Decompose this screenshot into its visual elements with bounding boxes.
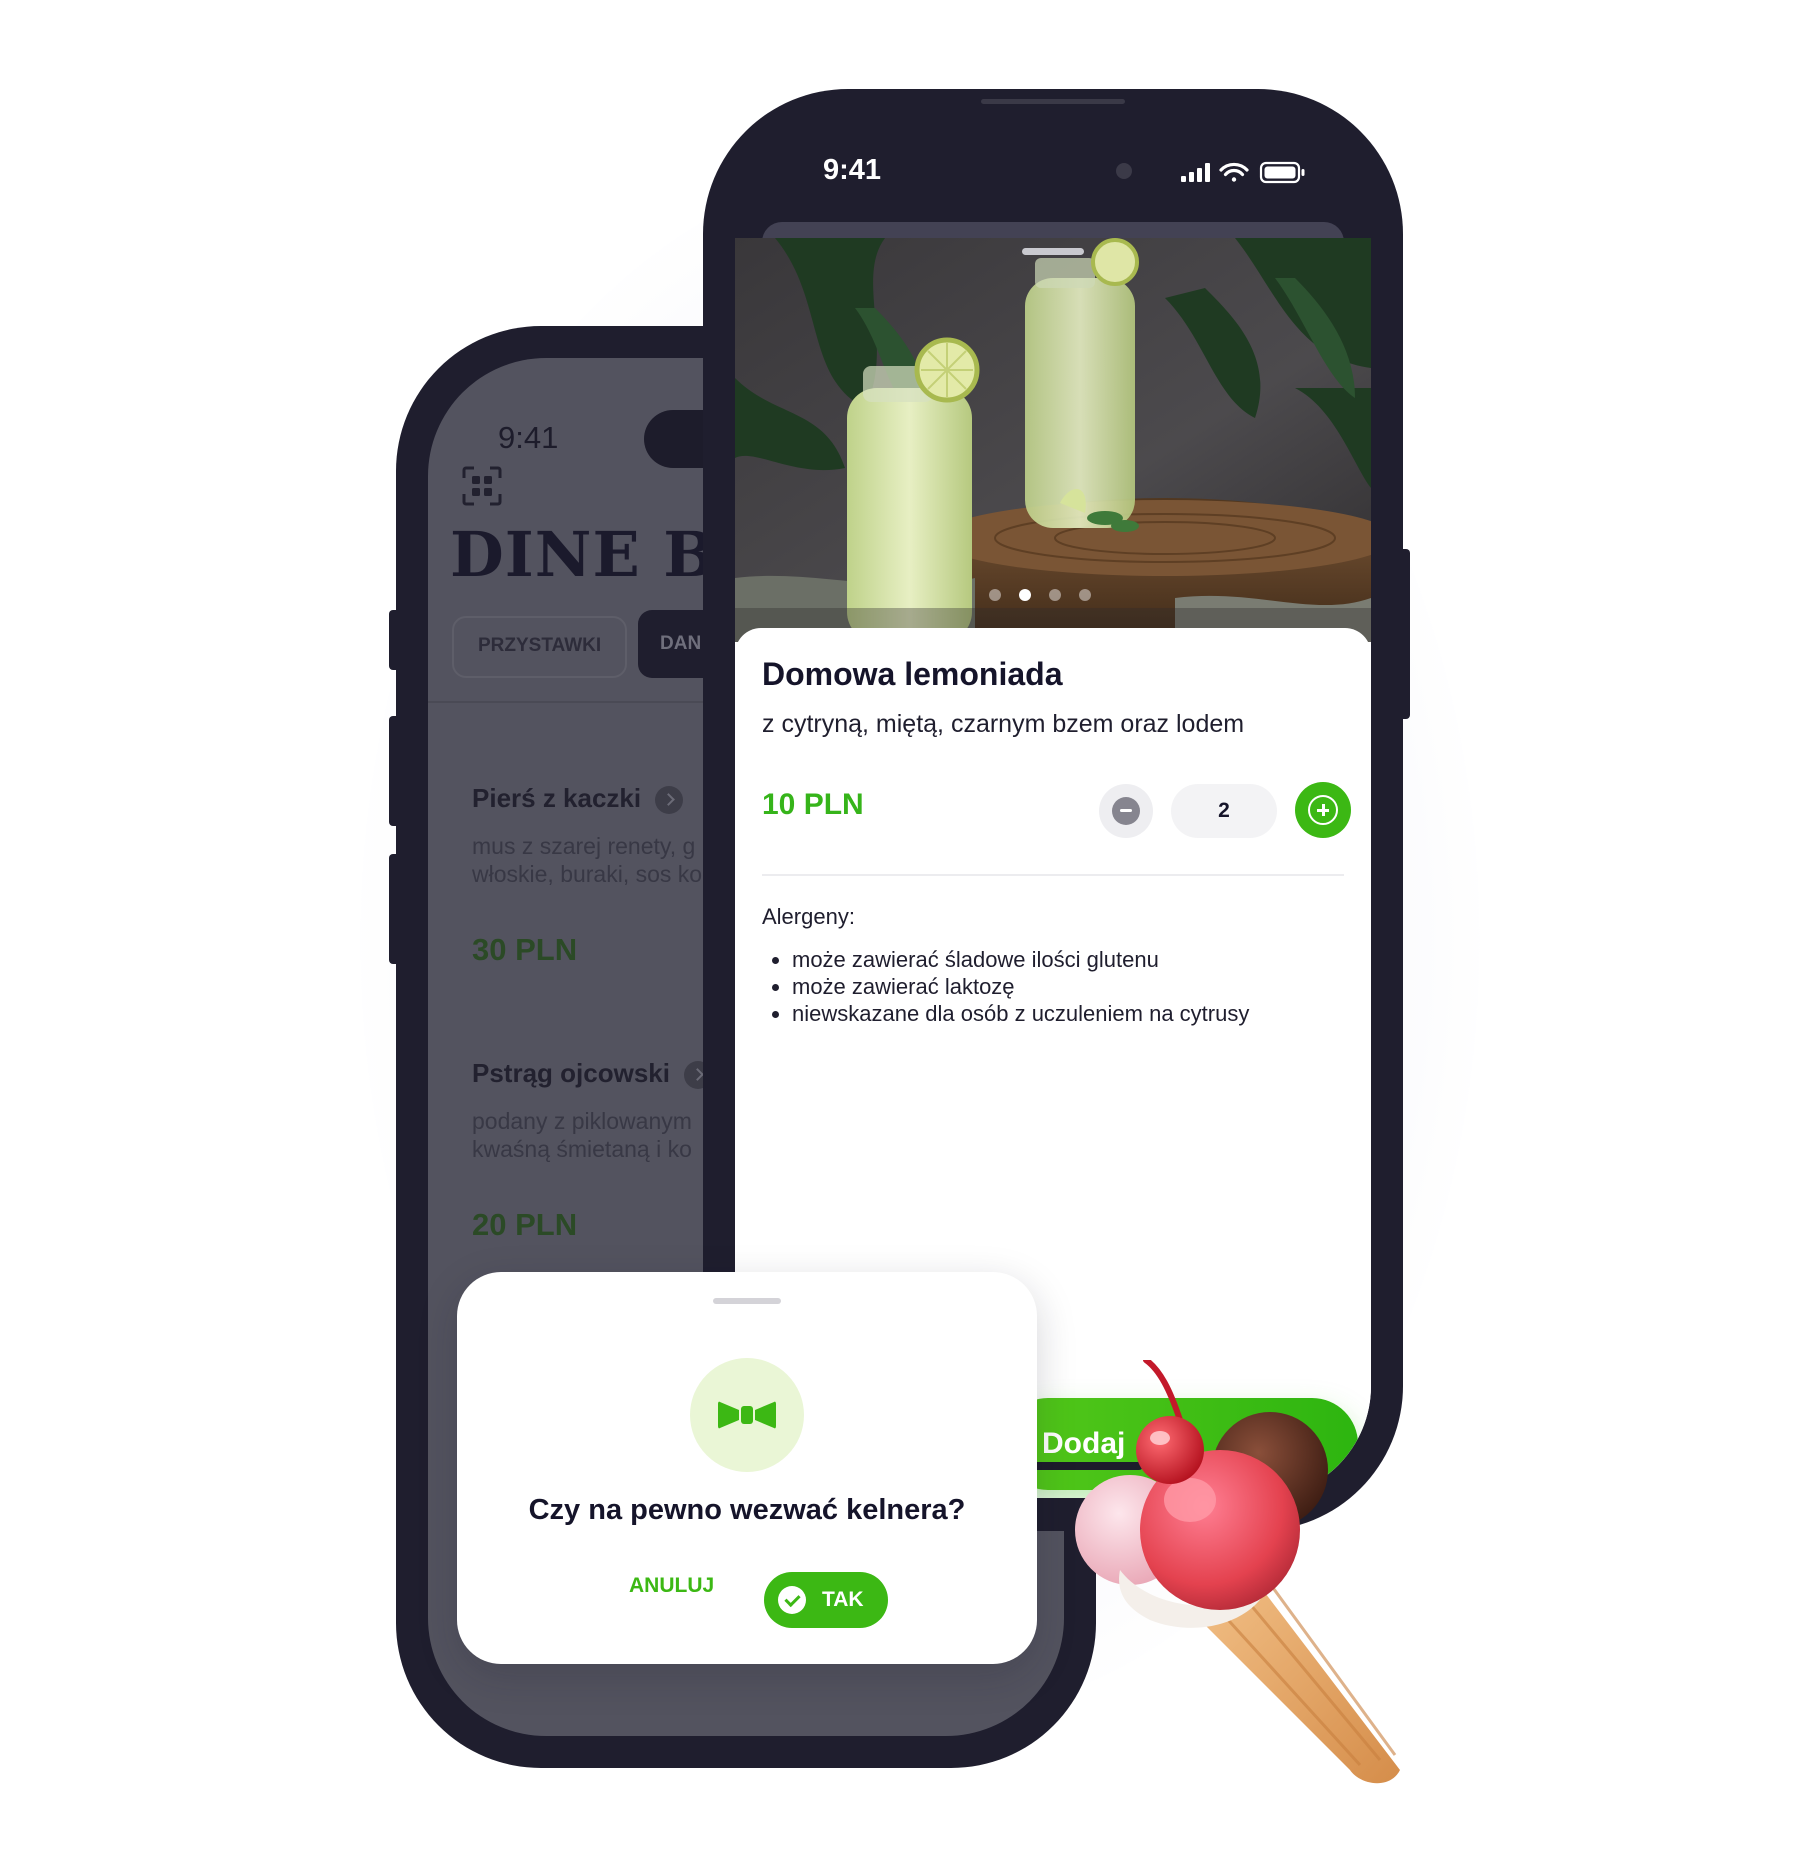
- status-icons: [1181, 161, 1305, 184]
- chevron-right-icon[interactable]: [655, 786, 684, 815]
- volume-down-button: [389, 854, 399, 964]
- cancel-button[interactable]: ANULUJ: [629, 1574, 714, 1598]
- dish-price: 10 PLN: [762, 788, 864, 821]
- status-time: 9:41: [498, 420, 559, 455]
- dish-subtitle: z cytryną, miętą, czarnym bzem oraz lode…: [762, 710, 1245, 738]
- side-button: [1400, 549, 1410, 719]
- decrease-quantity-button[interactable]: [1099, 784, 1153, 838]
- wifi-icon: [1219, 162, 1249, 182]
- volume-up-button: [389, 716, 399, 826]
- menu-item-desc-line: mus z szarej renety, g: [472, 833, 696, 859]
- allergen-item: może zawierać laktozę: [792, 973, 1249, 1000]
- plus-icon: [1308, 795, 1338, 825]
- menu-item-label: Pierś z kaczki: [472, 783, 642, 813]
- menu-item-price: 30 PLN: [472, 932, 578, 967]
- tab-przystawki[interactable]: PRZYSTAWKI: [452, 616, 628, 678]
- call-waiter-modal: Czy na pewno wezwać kelnera? ANULUJ TAK: [457, 1272, 1037, 1664]
- status-time: 9:41: [823, 154, 882, 186]
- allergen-item: niewskazane dla osób z uczuleniem na cyt…: [792, 1000, 1249, 1027]
- front-camera: [1116, 163, 1132, 179]
- minus-icon: [1112, 797, 1140, 825]
- bow-tie-icon-wrapper: [690, 1358, 804, 1472]
- speaker-grille: [981, 99, 1125, 104]
- menu-item-name[interactable]: Pstrąg ojcowski: [472, 1058, 712, 1090]
- menu-item-desc: mus z szarej renety, g włoskie, buraki, s…: [472, 832, 702, 888]
- divider: [762, 874, 1344, 876]
- menu-item-label: Pstrąg ojcowski: [472, 1058, 670, 1088]
- menu-item-name[interactable]: Pierś z kaczki: [472, 783, 684, 815]
- carousel-dot-active[interactable]: [1019, 589, 1031, 601]
- modal-drag-handle[interactable]: [713, 1298, 781, 1304]
- sheet-drag-handle[interactable]: [1022, 248, 1084, 255]
- mute-switch: [389, 610, 399, 670]
- allergen-item: może zawierać śladowe ilości glutenu: [792, 946, 1249, 973]
- menu-item-desc-line: kwaśną śmietaną i ko: [472, 1136, 692, 1162]
- menu-item-desc: podany z piklowanym kwaśną śmietaną i ko: [472, 1107, 692, 1163]
- menu-item-price: 20 PLN: [472, 1207, 578, 1242]
- allergens-list: może zawierać śladowe ilości glutenu moż…: [762, 946, 1249, 1027]
- carousel-dot[interactable]: [989, 589, 1001, 601]
- qr-scan-icon[interactable]: [462, 466, 502, 506]
- ice-cream-cone-icon: [1075, 1360, 1400, 1784]
- confirm-button[interactable]: TAK: [764, 1572, 888, 1628]
- signal-icon: [1181, 163, 1210, 182]
- modal-question: Czy na pewno wezwać kelnera?: [528, 1494, 966, 1526]
- allergens-title: Alergeny:: [762, 904, 855, 929]
- carousel-dot[interactable]: [1049, 589, 1061, 601]
- menu-item-desc-line: włoskie, buraki, sos ko: [472, 861, 703, 887]
- confirm-label: TAK: [822, 1588, 864, 1611]
- dish-title: Domowa lemoniada: [762, 656, 1063, 692]
- bow-tie-icon: [718, 1401, 776, 1429]
- carousel-dot[interactable]: [1079, 589, 1091, 601]
- carousel-dots[interactable]: [989, 588, 1109, 606]
- increase-quantity-button[interactable]: [1295, 782, 1351, 838]
- battery-icon: [1259, 161, 1305, 184]
- check-icon: [778, 1586, 806, 1614]
- lemonade-photo: [735, 238, 1371, 642]
- menu-item-desc-line: podany z piklowanym: [472, 1108, 692, 1134]
- quantity-value: 2: [1171, 784, 1277, 838]
